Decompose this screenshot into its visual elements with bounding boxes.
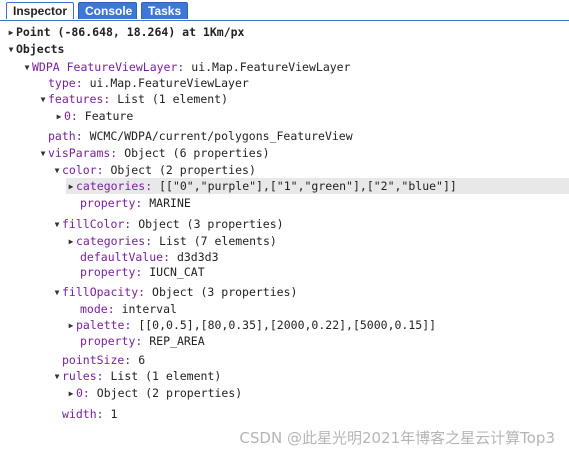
fillcolor-row[interactable]: ▼ fillColor: Object (3 properties) xyxy=(52,216,284,232)
expand-arrow-icon[interactable]: ▼ xyxy=(38,146,48,162)
opacity-mode-key: mode: xyxy=(80,302,115,316)
opacity-palette-value: [[0,0.5],[80,0.35],[2000,0.22],[5000,0.1… xyxy=(138,318,437,332)
fill-property-value: IUCN_CAT xyxy=(149,265,205,279)
layer-key: WDPA FeatureViewLayer: xyxy=(32,60,185,74)
fill-default-row: defaultValue: d3d3d3 xyxy=(80,249,219,265)
color-key: color: xyxy=(62,163,104,177)
expand-arrow-icon[interactable]: ▼ xyxy=(38,92,48,108)
fill-property-key: property: xyxy=(80,265,143,279)
width-row: width: 1 xyxy=(62,406,117,422)
path-value: WCMC/WDPA/current/polygons_FeatureView xyxy=(89,129,353,143)
path-row: path: WCMC/WDPA/current/polygons_Feature… xyxy=(48,128,353,144)
opacity-mode-row: mode: interval xyxy=(80,301,177,317)
expand-arrow-icon[interactable]: ▼ xyxy=(6,42,16,58)
feature-0-value: Feature xyxy=(84,109,134,123)
fillcolor-value: Object (3 properties) xyxy=(138,217,284,231)
width-value: 1 xyxy=(110,407,118,421)
expand-arrow-icon[interactable]: ▼ xyxy=(52,163,62,179)
path-key: path: xyxy=(48,129,83,143)
rule-0-row[interactable]: ▶ 0: Object (2 properties) xyxy=(66,385,243,402)
tab-tasks[interactable]: Tasks xyxy=(141,2,188,19)
features-key: features: xyxy=(48,92,111,106)
fill-property-row: property: IUCN_CAT xyxy=(80,264,205,280)
rules-row[interactable]: ▼ rules: List (1 element) xyxy=(52,368,222,385)
objects-header-row[interactable]: ▼ Objects xyxy=(6,41,65,58)
fillopacity-row[interactable]: ▼ fillOpacity: Object (3 properties) xyxy=(52,284,298,301)
fillcolor-key: fillColor: xyxy=(62,217,132,231)
tab-inspector[interactable]: Inspector xyxy=(6,2,74,19)
layer-row[interactable]: ▼ WDPA FeatureViewLayer: ui.Map.FeatureVi… xyxy=(22,59,351,75)
color-value: Object (2 properties) xyxy=(110,163,256,177)
tab-bar: Inspector Console Tasks xyxy=(0,0,569,21)
feature-0-row[interactable]: ▶ 0: Feature xyxy=(54,108,134,125)
fill-default-value: d3d3d3 xyxy=(176,250,219,264)
color-categories-row[interactable]: ▶ categories: [["0","purple"],["1","green… xyxy=(66,178,569,194)
collapse-arrow-icon[interactable]: ▶ xyxy=(54,109,64,125)
opacity-palette-row[interactable]: ▶ palette: [[0,0.5],[80,0.35],[2000,0.22]… xyxy=(66,317,436,333)
color-categories-value: [["0","purple"],["1","green"],["2","blue… xyxy=(159,179,457,193)
point-header: Point (-86.648, 18.264) at 1Km/px xyxy=(16,25,245,39)
rules-value: List (1 element) xyxy=(110,369,222,383)
collapse-arrow-icon[interactable]: ▶ xyxy=(6,25,16,41)
opacity-property-key: property: xyxy=(80,334,143,348)
opacity-mode-value: interval xyxy=(121,302,177,316)
fillopacity-value: Object (3 properties) xyxy=(152,285,298,299)
color-row[interactable]: ▼ color: Object (2 properties) xyxy=(52,162,256,178)
color-categories-key: categories: xyxy=(76,179,153,193)
features-row[interactable]: ▼ features: List (1 element) xyxy=(38,91,228,107)
pointsize-row: pointSize: 6 xyxy=(62,352,145,368)
tab-console[interactable]: Console xyxy=(78,2,137,19)
expand-arrow-icon[interactable]: ▼ xyxy=(52,369,62,385)
watermark: CSDN @此星光明2021年博客之星云计算Top3 xyxy=(239,429,555,447)
width-key: width: xyxy=(62,407,104,421)
opacity-property-row: property: REP_AREA xyxy=(80,333,205,349)
rules-key: rules: xyxy=(62,369,104,383)
layer-value: ui.Map.FeatureViewLayer xyxy=(191,60,351,74)
collapse-arrow-icon[interactable]: ▶ xyxy=(66,318,76,334)
expand-arrow-icon[interactable]: ▼ xyxy=(52,285,62,301)
collapse-arrow-icon[interactable]: ▶ xyxy=(66,386,76,402)
type-row: type: ui.Map.FeatureViewLayer xyxy=(48,75,249,91)
opacity-palette-key: palette: xyxy=(76,318,132,332)
objects-header: Objects xyxy=(16,42,65,56)
fillopacity-key: fillOpacity: xyxy=(62,285,146,299)
color-property-value: MARINE xyxy=(149,196,191,210)
collapse-arrow-icon[interactable]: ▶ xyxy=(66,179,76,195)
color-property-key: property: xyxy=(80,196,143,210)
point-header-row[interactable]: ▶ Point (-86.648, 18.264) at 1Km/px xyxy=(6,24,245,41)
color-property-row: property: MARINE xyxy=(80,195,191,211)
fill-categories-key: categories: xyxy=(76,234,153,248)
visparams-value: Object (6 properties) xyxy=(124,146,270,160)
type-key: type: xyxy=(48,76,83,90)
visparams-row[interactable]: ▼ visParams: Object (6 properties) xyxy=(38,145,270,161)
fill-categories-value: List (7 elements) xyxy=(159,234,277,248)
visparams-key: visParams: xyxy=(48,146,118,160)
expand-arrow-icon[interactable]: ▼ xyxy=(52,217,62,233)
features-value: List (1 element) xyxy=(117,92,229,106)
rule-0-value: Object (2 properties) xyxy=(96,386,243,400)
opacity-property-value: REP_AREA xyxy=(149,334,205,348)
fill-categories-row[interactable]: ▶ categories: List (7 elements) xyxy=(66,233,277,249)
feature-0-key: 0: xyxy=(64,109,78,123)
collapse-arrow-icon[interactable]: ▶ xyxy=(66,234,76,250)
pointsize-key: pointSize: xyxy=(62,353,132,367)
rule-0-key: 0: xyxy=(76,386,90,400)
pointsize-value: 6 xyxy=(138,353,146,367)
fill-default-key: defaultValue: xyxy=(80,250,171,264)
type-value: ui.Map.FeatureViewLayer xyxy=(89,76,249,90)
expand-arrow-icon[interactable]: ▼ xyxy=(22,60,32,76)
